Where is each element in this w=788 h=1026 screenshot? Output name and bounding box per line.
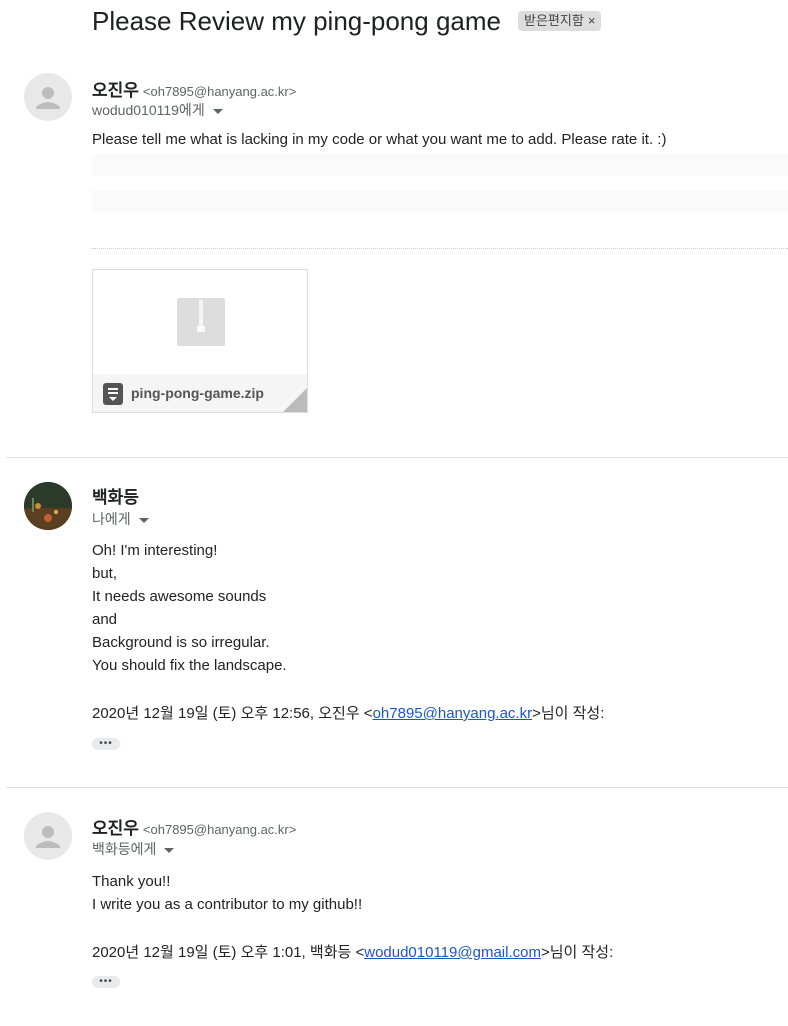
chevron-down-icon[interactable] (138, 517, 149, 523)
default-avatar-icon[interactable] (24, 812, 72, 860)
body-line: Oh! I'm interesting! (92, 542, 218, 559)
chevron-down-icon[interactable] (212, 108, 223, 114)
inbox-label-chip[interactable]: 받은편지함 × (518, 11, 602, 31)
message-sender[interactable]: 오진우 <oh7895@hanyang.ac.kr> (92, 814, 296, 839)
body-line: Thank you!! (92, 873, 171, 890)
attachment-card[interactable]: ping-pong-game.zip (92, 269, 308, 413)
recipient-text: 나에게 (92, 511, 131, 527)
sender-email: <oh7895@hanyang.ac.kr> (142, 822, 297, 837)
recipient-text: wodud010119에게 (92, 102, 205, 118)
attachment-footer: ping-pong-game.zip (93, 374, 307, 412)
body-line: Background is so irregular. (92, 634, 270, 651)
quote-email-link[interactable]: wodud010119@gmail.com (364, 944, 541, 961)
show-trimmed-content-button[interactable]: ••• (92, 738, 120, 750)
recipient-text: 백화등에게 (92, 841, 157, 857)
quote-email-link[interactable]: oh7895@hanyang.ac.kr (373, 705, 533, 722)
body-line: but, (92, 565, 118, 582)
body-line: You should fix the landscape. (92, 657, 287, 674)
message-divider (6, 787, 788, 788)
sender-name[interactable]: 오진우 (92, 81, 139, 100)
recipient-line[interactable]: 백화등에게 (92, 839, 175, 859)
blank-line (92, 190, 788, 212)
message-divider (6, 457, 788, 458)
sender-email: <oh7895@hanyang.ac.kr> (142, 84, 297, 99)
quote-header: 2020년 12월 19일 (토) 오후 12:56, 오진우 <oh7895@… (92, 702, 604, 723)
quote-suffix: >님이 작성: (540, 944, 614, 961)
sender-name[interactable]: 오진우 (92, 819, 139, 838)
recipient-line[interactable]: 나에게 (92, 509, 149, 529)
thread-subject: Please Review my ping-pong game (92, 6, 501, 36)
quote-prefix: 2020년 12월 19일 (토) 오후 1:01, 백화등 < (92, 944, 365, 961)
zip-archive-icon (177, 298, 225, 346)
blank-line (92, 154, 788, 176)
message-sender[interactable]: 오진우 <oh7895@hanyang.ac.kr> (92, 76, 296, 101)
quote-suffix: >님이 작성: (532, 705, 605, 722)
default-avatar-icon[interactable] (24, 73, 72, 121)
sender-name[interactable]: 백화등 (92, 488, 139, 507)
attachment-separator (92, 248, 788, 249)
message-body: Please tell me what is lacking in my cod… (92, 131, 667, 148)
chevron-down-icon[interactable] (164, 847, 175, 853)
file-type-icon (103, 383, 123, 405)
quote-prefix: 2020년 12월 19일 (토) 오후 12:56, 오진우 < (92, 705, 373, 722)
show-trimmed-content-button[interactable]: ••• (92, 976, 120, 988)
recipient-line[interactable]: wodud010119에게 (92, 100, 223, 120)
attachment-filename: ping-pong-game.zip (131, 385, 264, 401)
body-line: It needs awesome sounds (92, 588, 267, 605)
body-line: I write you as a contributor to my githu… (92, 896, 363, 913)
page-curl (283, 388, 307, 412)
label-text: 받은편지함 (524, 13, 584, 28)
message-sender[interactable]: 백화등 (92, 483, 139, 508)
body-line: and (92, 611, 118, 628)
message-body: Oh! I'm interesting! but, It needs aweso… (92, 539, 287, 677)
user-avatar[interactable] (24, 482, 72, 530)
message-body: Thank you!! I write you as a contributor… (92, 870, 362, 916)
remove-label-icon[interactable]: × (588, 13, 596, 28)
quote-header: 2020년 12월 19일 (토) 오후 1:01, 백화등 <wodud010… (92, 941, 613, 962)
